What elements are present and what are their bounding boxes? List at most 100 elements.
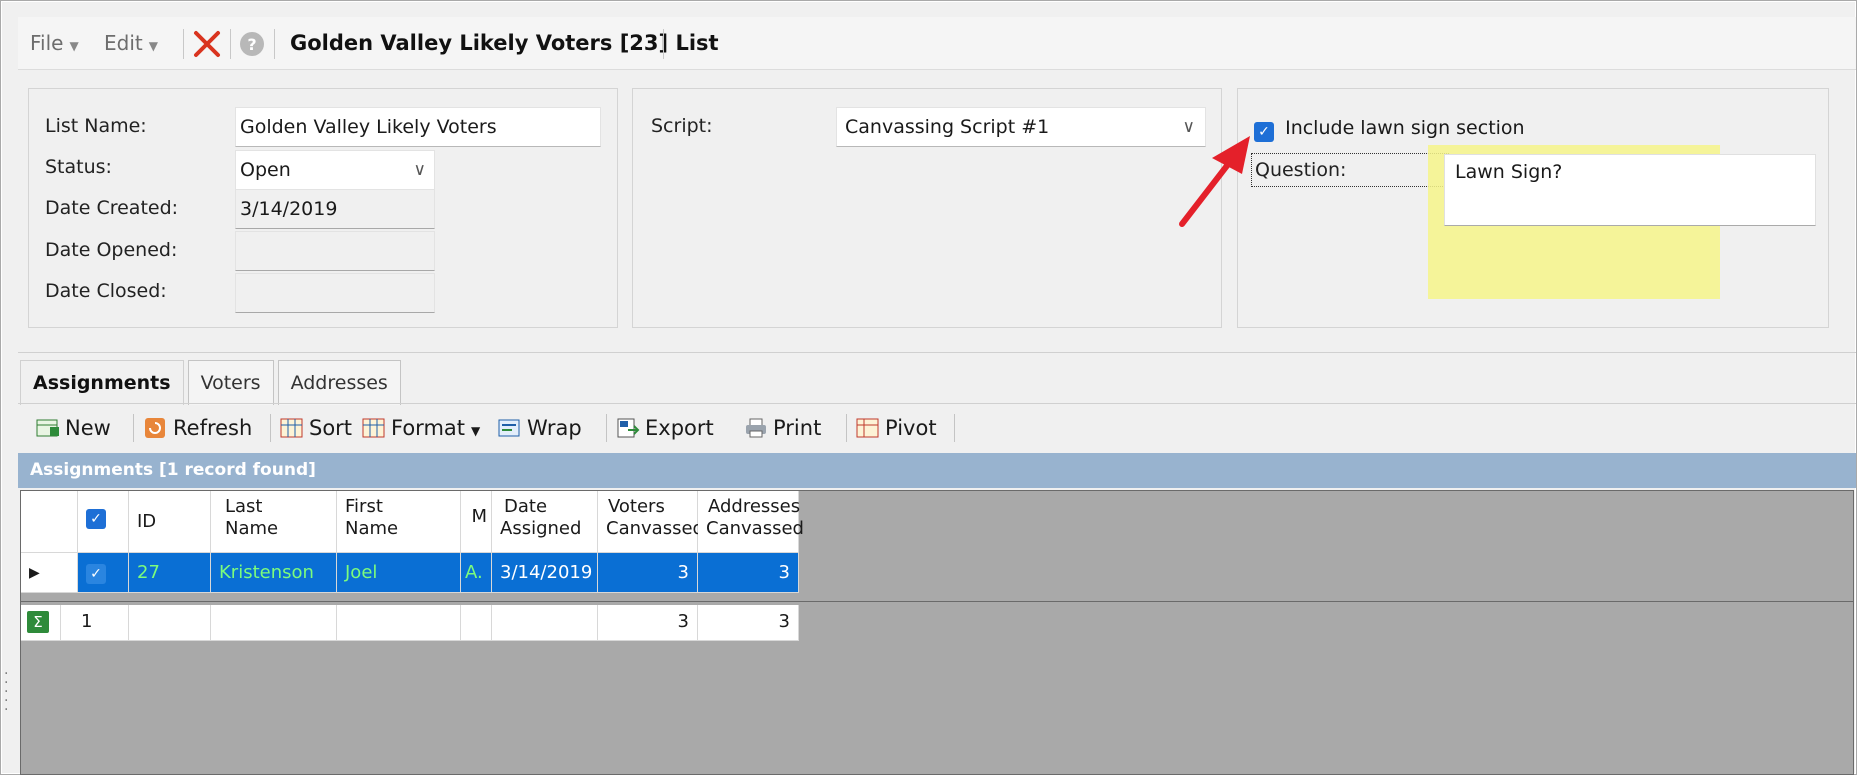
include-lawn-sign-label: Include lawn sign section: [1285, 117, 1525, 139]
action-toolbar: New Refresh Sort Format ▼ Wrap Export Pri…: [18, 403, 1856, 451]
column-header-last-name[interactable]: Last Name: [211, 491, 337, 553]
table-cell-last-name[interactable]: Kristenson: [211, 553, 337, 593]
question-label: Question:: [1251, 153, 1449, 187]
tab-assignments[interactable]: Assignments: [20, 360, 184, 405]
checkbox-checked-icon: ✓: [86, 509, 106, 529]
column-header-text: Name: [225, 518, 279, 539]
question-value: Lawn Sign?: [1455, 161, 1563, 183]
refresh-icon: [144, 407, 168, 438]
caret-right-icon: ▶: [29, 565, 40, 581]
export-icon: [616, 407, 640, 438]
chevron-down-icon: ▼: [69, 39, 79, 53]
window-title: Golden Valley Likely Voters [23] List: [290, 31, 719, 55]
toolbar-separator: [230, 29, 231, 59]
tab-strip: Assignments Voters Addresses: [20, 360, 401, 405]
status-value: Open: [240, 159, 291, 181]
refresh-button-label: Refresh: [173, 416, 253, 440]
column-header-addresses-canvassed[interactable]: Addresses Canvassed: [698, 491, 804, 553]
date-closed-field: [235, 273, 435, 313]
help-button[interactable]: ?: [238, 30, 266, 58]
pivot-button[interactable]: Pivot: [856, 404, 937, 452]
date-created-label: Date Created:: [45, 197, 179, 219]
sort-icon: [280, 407, 304, 438]
script-label: Script:: [651, 115, 713, 137]
column-header-text: Canvassed: [606, 518, 704, 539]
status-select[interactable]: Open ∨: [235, 150, 435, 190]
toolbar-separator: [274, 29, 275, 59]
table-cell-voters-canvassed[interactable]: 3: [598, 553, 698, 593]
menu-bar: File ▼ Edit ▼ ? Golden Valley Likely Voter…: [18, 17, 1856, 70]
table-cell-date-assigned[interactable]: 3/14/2019: [492, 553, 598, 593]
toolbar-separator: [133, 414, 134, 442]
column-header-date-assigned[interactable]: Date Assigned: [492, 491, 598, 553]
sort-button[interactable]: Sort: [280, 404, 352, 452]
wrap-button[interactable]: Wrap: [498, 404, 582, 452]
select-all-checkbox[interactable]: ✓: [78, 491, 129, 553]
chevron-down-icon: ▼: [148, 39, 158, 53]
column-header-text: Assigned: [500, 518, 582, 539]
toolbar-separator: [954, 414, 955, 442]
table-row-checkbox[interactable]: ✓: [78, 553, 129, 593]
tab-voters[interactable]: Voters: [187, 360, 274, 405]
refresh-button[interactable]: Refresh: [144, 404, 252, 452]
row-indicator[interactable]: ▶: [21, 553, 78, 593]
status-label: Status:: [45, 156, 112, 178]
summary-cell: [461, 605, 492, 641]
splitter-grip[interactable]: · · · · ·: [4, 667, 10, 720]
wrap-button-label: Wrap: [527, 416, 582, 440]
format-button[interactable]: Format ▼: [362, 404, 480, 452]
close-icon: [194, 31, 220, 57]
table-cell-first-name[interactable]: Joel: [337, 553, 461, 593]
table-cell-addresses-canvassed[interactable]: 3: [698, 553, 799, 593]
grid-title-band: Assignments [1 record found]: [18, 453, 1856, 488]
summary-button[interactable]: Σ: [21, 605, 61, 641]
summary-count: 1: [61, 605, 129, 641]
list-name-label: List Name:: [45, 115, 147, 137]
section-divider: [18, 352, 1856, 353]
delete-button[interactable]: [190, 27, 224, 61]
date-created-field: 3/14/2019: [235, 189, 435, 229]
summary-voters-total: 3: [598, 605, 698, 641]
toolbar-separator: [663, 29, 664, 59]
lawn-sign-panel: ✓ Include lawn sign section Question: La…: [1237, 88, 1829, 328]
tab-addresses[interactable]: Addresses: [277, 360, 401, 405]
format-button-label: Format: [391, 416, 466, 440]
printer-icon: [744, 407, 768, 438]
column-header-voters-canvassed[interactable]: Voters Canvassed: [598, 491, 704, 553]
summary-cell: [211, 605, 337, 641]
question-field[interactable]: Lawn Sign?: [1444, 154, 1816, 226]
script-value: Canvassing Script #1: [845, 116, 1050, 138]
column-header-first-name[interactable]: First Name: [337, 491, 461, 553]
column-header-id[interactable]: ID: [129, 491, 211, 553]
column-header-text: Last: [225, 496, 263, 517]
column-header-text: Voters: [608, 496, 665, 517]
include-lawn-sign-checkbox[interactable]: ✓ Include lawn sign section: [1254, 117, 1525, 145]
new-button[interactable]: New: [36, 404, 111, 452]
toolbar-separator: [846, 414, 847, 442]
table-cell-middle[interactable]: A.: [461, 553, 492, 593]
assignments-grid: ✓ ID Last Name First Name M Date Assigned V…: [20, 490, 1854, 775]
summary-cell: [337, 605, 461, 641]
summary-cell: [129, 605, 211, 641]
date-closed-label: Date Closed:: [45, 280, 167, 302]
edit-menu[interactable]: Edit ▼: [104, 17, 158, 70]
column-header-middle[interactable]: M: [461, 491, 492, 553]
toolbar-separator: [270, 414, 271, 442]
date-opened-label: Date Opened:: [45, 239, 178, 261]
grid-divider: [21, 601, 1853, 602]
script-panel: Script: Canvassing Script #1 ∨: [632, 88, 1222, 328]
pivot-button-label: Pivot: [885, 416, 937, 440]
file-menu[interactable]: File ▼: [30, 17, 79, 70]
toolbar-separator: [183, 29, 184, 59]
summary-addresses-total: 3: [698, 605, 799, 641]
sort-button-label: Sort: [309, 416, 353, 440]
list-details-panel: List Name: Golden Valley Likely Voters S…: [28, 88, 618, 328]
wrap-icon: [498, 407, 522, 437]
print-button[interactable]: Print: [744, 404, 821, 452]
list-name-field[interactable]: Golden Valley Likely Voters: [235, 107, 601, 147]
script-select[interactable]: Canvassing Script #1 ∨: [836, 107, 1206, 147]
toolbar-separator: [606, 414, 607, 442]
table-cell-id[interactable]: 27: [129, 553, 211, 593]
export-button-label: Export: [645, 416, 714, 440]
export-button[interactable]: Export: [616, 404, 714, 452]
